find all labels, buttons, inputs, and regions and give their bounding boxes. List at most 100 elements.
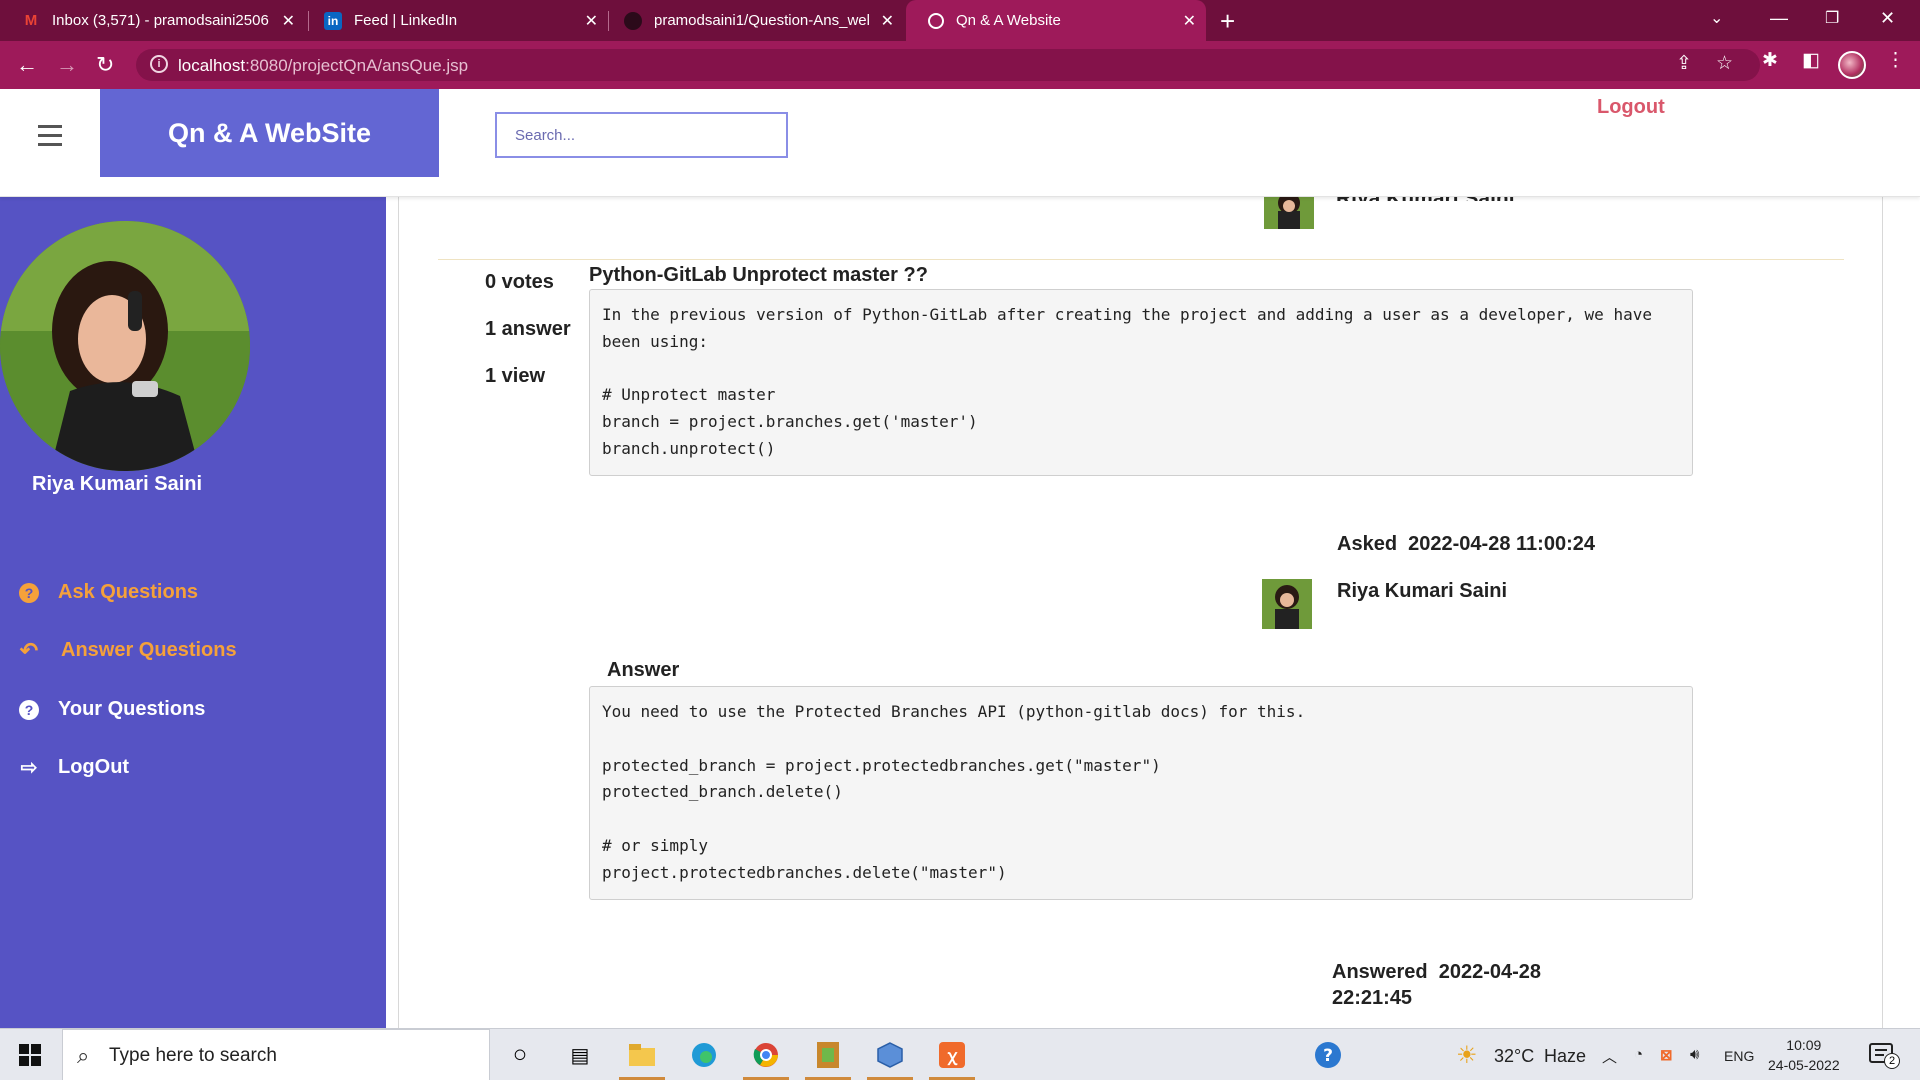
cortana-icon[interactable]: ○ xyxy=(504,1039,536,1071)
help-icon[interactable]: ? xyxy=(1312,1039,1344,1071)
side-panel-icon[interactable]: ◧ xyxy=(1802,49,1820,72)
question-circle-icon: ? xyxy=(18,582,40,604)
chrome-icon[interactable] xyxy=(750,1039,782,1071)
answered-time: 22:21:45 xyxy=(1332,987,1413,1009)
tab-github[interactable]: pramodsaini1/Question-Ans_wel ✕ xyxy=(612,0,904,41)
restore-button[interactable]: ❐ xyxy=(1825,8,1839,28)
tab-search-chevron-icon[interactable]: ⌄ xyxy=(1710,8,1723,28)
url-host: localhost xyxy=(178,56,246,75)
back-button[interactable]: ← xyxy=(16,52,38,78)
volume-icon[interactable]: 🔊︎ xyxy=(1690,1046,1699,1063)
weather-description[interactable]: Haze xyxy=(1544,1046,1586,1067)
site-info-icon[interactable]: i xyxy=(150,55,168,73)
tab-gmail[interactable]: M Inbox (3,571) - pramodsaini2506 ✕ xyxy=(0,0,305,41)
sidebar-item-ask-questions[interactable]: ? Ask Questions xyxy=(18,581,198,604)
asked-timestamp: Asked 2022-04-28 11:00:24 xyxy=(1337,533,1595,556)
sign-out-icon: ⇨ xyxy=(20,757,38,779)
site-header: Qn & A WebSite Logout xyxy=(0,89,1920,197)
answer-heading: Answer xyxy=(607,659,680,681)
extensions-icon[interactable]: ✱ xyxy=(1762,49,1778,72)
virtualbox-icon[interactable] xyxy=(874,1039,906,1071)
clock-date: 24-05-2022 xyxy=(1768,1057,1840,1073)
browser-tab-strip: M Inbox (3,571) - pramodsaini2506 ✕ in F… xyxy=(0,0,1920,41)
avatar xyxy=(1262,579,1312,629)
gmail-icon: M xyxy=(24,12,38,29)
notification-center-icon[interactable]: 2 xyxy=(1866,1039,1900,1071)
search-input[interactable] xyxy=(495,112,788,158)
windows-start-icon[interactable] xyxy=(14,1039,46,1071)
sidebar-item-label: Answer Questions xyxy=(61,639,237,661)
tab-qna-website[interactable]: Qn & A Website ✕ xyxy=(906,0,1206,41)
taskbar-search-placeholder: Type here to search xyxy=(109,1045,277,1066)
close-icon[interactable]: ✕ xyxy=(585,11,598,31)
hamburger-menu-icon[interactable] xyxy=(38,125,62,152)
task-view-icon[interactable]: ▤ xyxy=(564,1039,596,1071)
avatar xyxy=(1264,193,1314,229)
svg-text:ꭓ: ꭓ xyxy=(947,1046,958,1066)
system-clock[interactable]: 10:09 24-05-2022 xyxy=(1768,1035,1840,1075)
edge-icon[interactable] xyxy=(688,1039,720,1071)
asked-date: 2022-04-28 11:00:24 xyxy=(1408,533,1595,555)
address-bar[interactable]: i localhost:8080/projectQnA/ansQue.jsp ⇪… xyxy=(136,49,1760,81)
network-icon[interactable]: ◔ xyxy=(1634,1046,1643,1063)
close-icon[interactable]: ✕ xyxy=(282,11,295,31)
browser-toolbar: ← → ↻ i localhost:8080/projectQnA/ansQue… xyxy=(0,41,1920,89)
search-icon: ⌕ xyxy=(77,1043,90,1068)
profile-photo xyxy=(0,221,250,471)
answered-timestamp: Answered 2022-04-28 22:21:45 xyxy=(1332,959,1541,1011)
taskbar-search-box[interactable]: ⌕ Type here to search xyxy=(62,1029,490,1080)
github-icon xyxy=(624,11,642,30)
profile-avatar[interactable] xyxy=(1838,51,1866,79)
url-text: localhost:8080/projectQnA/ansQue.jsp xyxy=(178,56,468,76)
linkedin-icon: in xyxy=(324,11,342,30)
weather-temperature[interactable]: 32°C xyxy=(1494,1046,1534,1067)
minimize-button[interactable]: — xyxy=(1770,8,1788,29)
new-tab-button[interactable]: + xyxy=(1220,6,1235,37)
tab-title: Feed | LinkedIn xyxy=(354,12,458,29)
bookmark-star-icon[interactable]: ☆ xyxy=(1716,52,1733,75)
sidebar-item-label: LogOut xyxy=(58,756,130,778)
vote-count: 0 votes xyxy=(485,271,554,293)
sidebar-item-logout[interactable]: ⇨ LogOut xyxy=(18,756,129,779)
tab-linkedin[interactable]: in Feed | LinkedIn ✕ xyxy=(310,0,608,41)
answered-date: 2022-04-28 xyxy=(1438,961,1542,983)
sidebar-item-label: Your Questions xyxy=(58,698,206,720)
clock-time: 10:09 xyxy=(1786,1037,1822,1053)
site-brand[interactable]: Qn & A WebSite xyxy=(100,89,439,177)
question-body: In the previous version of Python-GitLab… xyxy=(589,289,1693,476)
reply-icon: ↶ xyxy=(19,637,39,663)
answered-label: Answered xyxy=(1332,961,1428,983)
tab-title: pramodsaini1/Question-Ans_wel xyxy=(654,12,870,29)
chevron-up-icon[interactable]: ︿ xyxy=(1602,1046,1617,1067)
globe-icon xyxy=(928,12,944,29)
file-explorer-icon[interactable] xyxy=(626,1039,658,1071)
answer-count: 1 answer xyxy=(485,318,571,340)
question-circle-icon: ? xyxy=(18,699,40,721)
answer-body: You need to use the Protected Branches A… xyxy=(589,686,1693,900)
close-window-button[interactable]: ✕ xyxy=(1880,8,1895,29)
sidebar-user-name: Riya Kumari Saini xyxy=(32,473,203,495)
view-count: 1 view xyxy=(485,365,546,387)
asked-label: Asked xyxy=(1337,533,1398,555)
close-icon[interactable]: ✕ xyxy=(1183,11,1196,31)
share-icon[interactable]: ⇪ xyxy=(1676,52,1692,75)
question-author[interactable]: Riya Kumari Saini xyxy=(1337,580,1507,603)
windows-taskbar: ⌕ Type here to search ○ ▤ ꭓ ? ☀ 32°C Haz… xyxy=(0,1028,1920,1080)
language-indicator[interactable]: ENG xyxy=(1724,1048,1754,1064)
post-divider xyxy=(438,259,1844,260)
xampp-tray-icon[interactable]: ⊠ xyxy=(1660,1046,1673,1064)
tab-separator xyxy=(308,11,309,31)
xampp-icon[interactable]: ꭓ xyxy=(936,1039,968,1071)
close-icon[interactable]: ✕ xyxy=(881,11,894,31)
reload-button[interactable]: ↻ xyxy=(96,52,114,78)
weather-icon[interactable]: ☀ xyxy=(1456,1041,1478,1070)
notification-count-badge: 2 xyxy=(1884,1053,1900,1069)
notepad-app-icon[interactable] xyxy=(812,1039,844,1071)
browser-menu-icon[interactable]: ⋮ xyxy=(1886,49,1905,72)
logout-link[interactable]: Logout xyxy=(1597,96,1665,119)
sidebar-item-answer-questions[interactable]: ↶ Answer Questions xyxy=(18,637,237,663)
question-title[interactable]: Python-GitLab Unprotect master ?? xyxy=(589,264,928,287)
forward-button[interactable]: → xyxy=(56,52,78,78)
sidebar-item-your-questions[interactable]: ? Your Questions xyxy=(18,698,205,721)
sidebar-item-label: Ask Questions xyxy=(58,581,199,603)
